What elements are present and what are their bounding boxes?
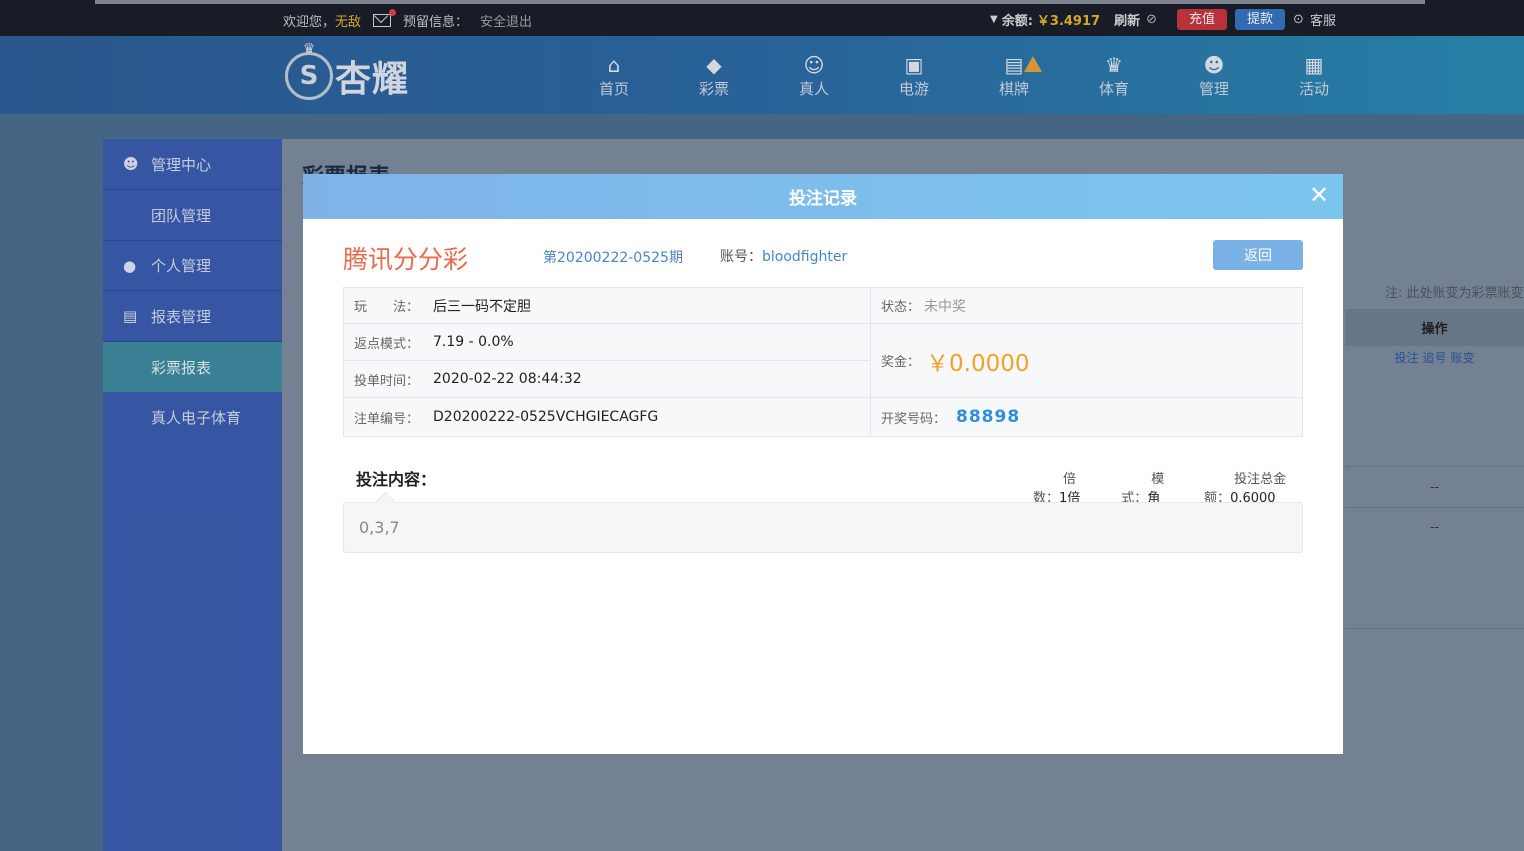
prize-value: ￥0.0000: [926, 350, 1030, 377]
order-value: D20200222-0525VCHGIECAGFG: [433, 409, 659, 425]
bet-meta: 倍数：1倍 模式：角 投注总金额：0.6000: [1003, 468, 1303, 506]
status-label: 状态：: [881, 300, 921, 315]
account-label: 账号：: [720, 249, 762, 265]
mode-info: 模式：角: [1121, 468, 1174, 506]
bet-detail-grid: 玩 法： 后三一码不定胆 返点模式： 7.19 - 0.0% 投单时间： 2020-0…: [343, 287, 1303, 437]
modal-header: 投注记录 ✕: [303, 174, 1343, 219]
account-value: bloodfighter: [762, 249, 848, 265]
time-value: 2020-02-22 08:44:32: [433, 371, 582, 387]
status-row: 状态： 未中奖: [871, 288, 1302, 324]
order-label: 注单编号：: [354, 411, 420, 427]
prize-row: 奖金： ￥0.0000: [871, 324, 1302, 398]
rebate-label: 返点模式：: [354, 336, 420, 352]
back-button[interactable]: 返回: [1213, 240, 1303, 270]
bet-content-value: 0,3,7: [359, 518, 400, 537]
total-info: 投注总金额：0.6000: [1204, 468, 1303, 506]
draw-number: 88898: [956, 407, 1021, 427]
period-number: 第20200222-0525期: [543, 250, 683, 266]
status-value: 未中奖: [924, 298, 967, 315]
bet-record-modal: 投注记录 ✕ 腾讯分分彩 第20200222-0525期 账号：bloodfig…: [303, 174, 1343, 754]
play-value: 后三一码不定胆: [433, 298, 531, 315]
bet-content-box: 0,3,7: [343, 502, 1303, 553]
bet-content-title: 投注内容：: [356, 470, 437, 489]
modal-title: 投注记录: [789, 189, 857, 209]
multiple-info: 倍数：1倍: [1033, 468, 1091, 506]
play-row: 玩 法： 后三一码不定胆: [344, 288, 871, 324]
rebate-value: 7.19 - 0.0%: [433, 334, 514, 350]
lottery-name: 腾讯分分彩: [343, 245, 469, 274]
close-icon[interactable]: ✕: [1307, 183, 1331, 207]
order-row: 注单编号： D20200222-0525VCHGIECAGFG: [344, 398, 871, 436]
account-info: 账号：bloodfighter: [720, 246, 847, 266]
rebate-row: 返点模式： 7.19 - 0.0%: [344, 324, 871, 361]
time-row: 投单时间： 2020-02-22 08:44:32: [344, 361, 871, 398]
draw-label: 开奖号码：: [881, 411, 947, 427]
play-label: 玩 法：: [354, 300, 420, 315]
time-label: 投单时间：: [354, 373, 420, 389]
draw-row: 开奖号码： 88898: [871, 398, 1302, 436]
prize-label: 奖金：: [881, 355, 921, 370]
